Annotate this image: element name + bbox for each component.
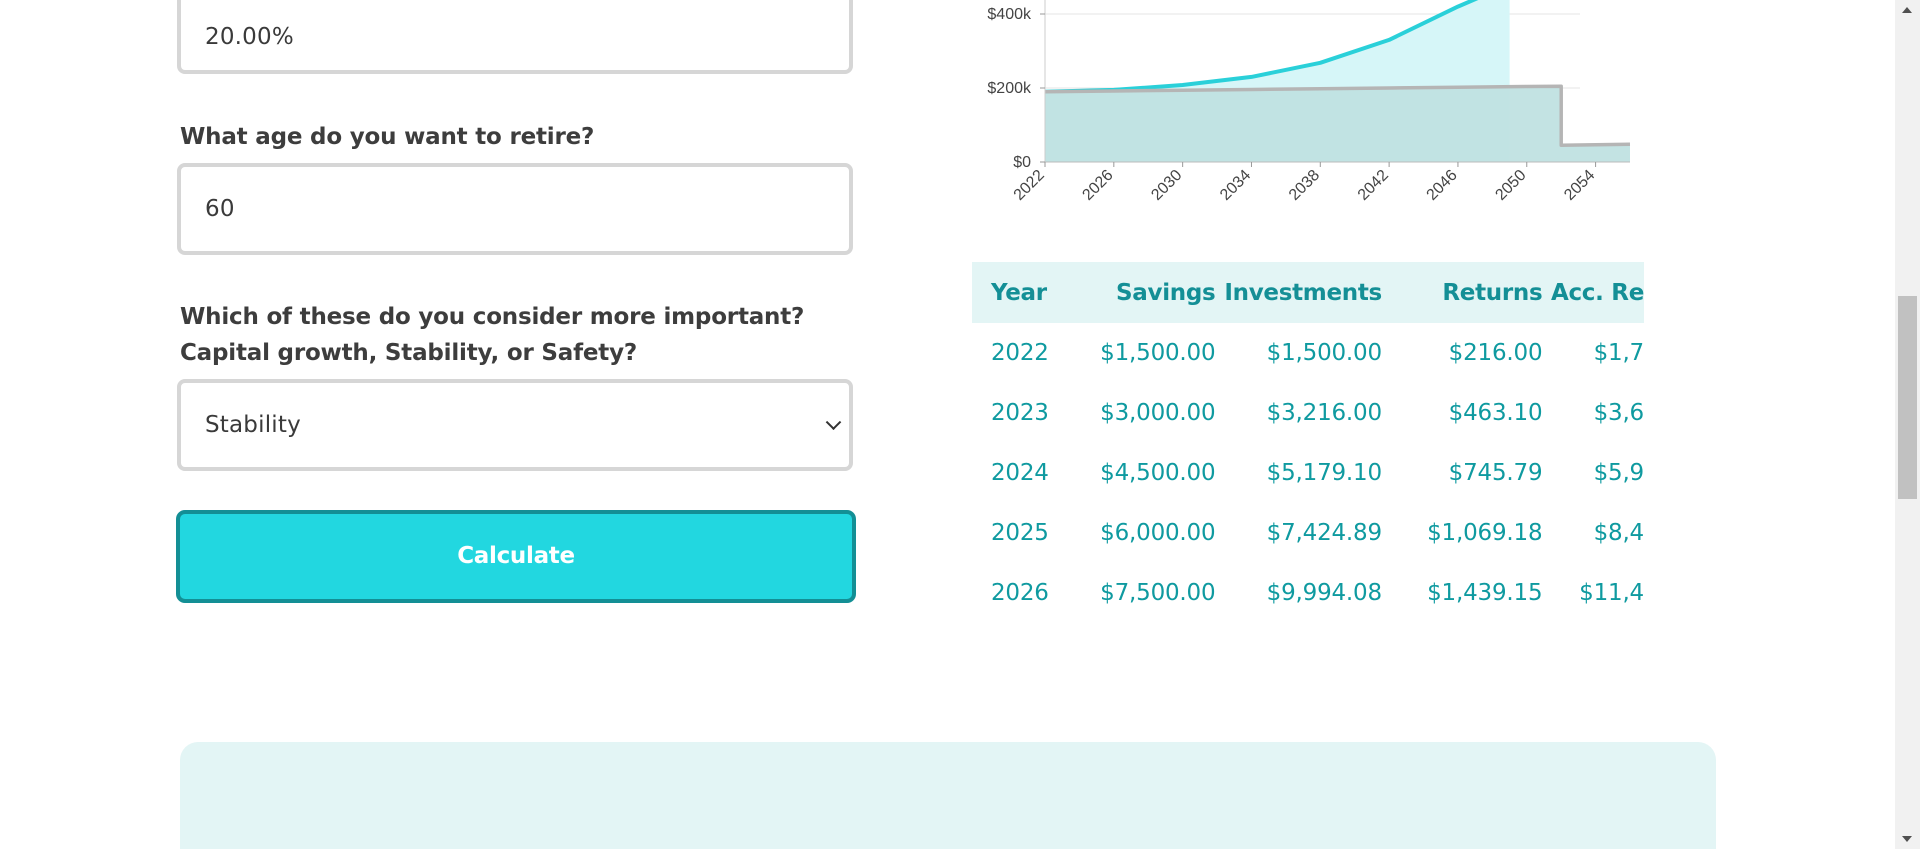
x-tick-label: 2054 <box>1561 167 1598 204</box>
cell-savings: $3,000.00 <box>1100 400 1216 426</box>
results-table: Year Savings Investments Returns Acc. Re… <box>972 262 1644 604</box>
vertical-scrollbar[interactable] <box>1895 0 1920 849</box>
page: 20.00% What age do you want to retire? 6… <box>0 0 1895 849</box>
priority-select[interactable]: Stability <box>177 379 853 471</box>
rate-input-value: 20.00% <box>205 24 294 50</box>
scrollbar-thumb[interactable] <box>1898 296 1917 499</box>
retire-age-value: 60 <box>205 196 235 222</box>
cell-savings: $4,500.00 <box>1100 460 1216 486</box>
header-year: Year <box>991 279 1047 306</box>
table-row: 2025 $6,000.00 $7,424.89 $1,069.18 $8,4 <box>972 503 1644 563</box>
table-row: 2024 $4,500.00 $5,179.10 $745.79 $5,9 <box>972 443 1644 503</box>
header-returns: Returns <box>1442 279 1543 306</box>
cell-acc-returns: $3,6 <box>1593 400 1644 426</box>
cell-savings: $1,500.00 <box>1100 340 1216 366</box>
y-tick-label: $400k <box>987 6 1032 23</box>
cell-savings: $6,000.00 <box>1100 520 1216 546</box>
cell-returns: $745.79 <box>1448 460 1543 486</box>
x-tick-label: 2046 <box>1424 167 1461 204</box>
priority-select-value: Stability <box>205 412 301 438</box>
cell-acc-returns: $1,7 <box>1593 340 1644 366</box>
calculate-button[interactable]: Calculate <box>176 510 856 603</box>
series-1-area <box>1045 86 1630 162</box>
header-investments: Investments <box>1224 279 1382 306</box>
x-tick-label: 2030 <box>1148 167 1185 204</box>
x-tick-label: 2022 <box>1011 167 1048 204</box>
x-tick-label: 2034 <box>1217 167 1254 204</box>
y-tick-label: $0 <box>1013 154 1031 171</box>
x-tick-label: 2038 <box>1286 167 1323 204</box>
results-table-container[interactable]: Year Savings Investments Returns Acc. Re… <box>972 262 1644 604</box>
projection-chart: $0 $200k $400k 2022 2026 2030 2034 2038 2042 2046… <box>987 0 1631 204</box>
scroll-down-arrow-icon[interactable] <box>1902 836 1912 842</box>
cell-returns: $1,439.15 <box>1427 580 1543 604</box>
retire-age-input[interactable]: 60 <box>177 163 853 255</box>
cell-investments: $1,500.00 <box>1266 340 1382 366</box>
header-savings: Savings <box>1116 279 1216 306</box>
cell-returns: $463.10 <box>1448 400 1543 426</box>
summary-card <box>180 742 1716 849</box>
cell-acc-returns: $11,4 <box>1579 580 1644 604</box>
cell-investments: $5,179.10 <box>1266 460 1382 486</box>
cell-returns: $1,069.18 <box>1427 520 1543 546</box>
cell-year: 2023 <box>991 400 1049 426</box>
x-tick-label: 2050 <box>1492 167 1529 204</box>
y-tick-label: $200k <box>987 80 1032 97</box>
cell-investments: $9,994.08 <box>1266 580 1382 604</box>
header-acc-returns: Acc. Re <box>1550 279 1644 306</box>
priority-question-label: Which of these do you consider more impo… <box>180 304 805 366</box>
x-tick-label: 2042 <box>1355 167 1392 204</box>
cell-investments: $3,216.00 <box>1266 400 1382 426</box>
cell-acc-returns: $8,4 <box>1593 520 1644 546</box>
table-header-row: Year Savings Investments Returns Acc. Re <box>972 262 1644 323</box>
table-row: 2022 $1,500.00 $1,500.00 $216.00 $1,7 <box>972 323 1644 383</box>
cell-acc-returns: $5,9 <box>1593 460 1644 486</box>
cell-savings: $7,500.00 <box>1100 580 1216 604</box>
retire-age-label: What age do you want to retire? <box>180 124 595 150</box>
cell-returns: $216.00 <box>1448 340 1543 366</box>
x-tick-label: 2026 <box>1079 167 1116 204</box>
cell-investments: $7,424.89 <box>1266 520 1382 546</box>
cell-year: 2026 <box>991 580 1049 604</box>
scroll-up-arrow-icon[interactable] <box>1902 7 1912 13</box>
cell-year: 2022 <box>991 340 1049 366</box>
chevron-down-icon <box>825 414 842 431</box>
rate-input[interactable]: 20.00% <box>177 0 853 74</box>
table-row: 2026 $7,500.00 $9,994.08 $1,439.15 $11,4 <box>972 563 1644 604</box>
table-row: 2023 $3,000.00 $3,216.00 $463.10 $3,6 <box>972 383 1644 443</box>
cell-year: 2024 <box>991 460 1049 486</box>
cell-year: 2025 <box>991 520 1049 546</box>
